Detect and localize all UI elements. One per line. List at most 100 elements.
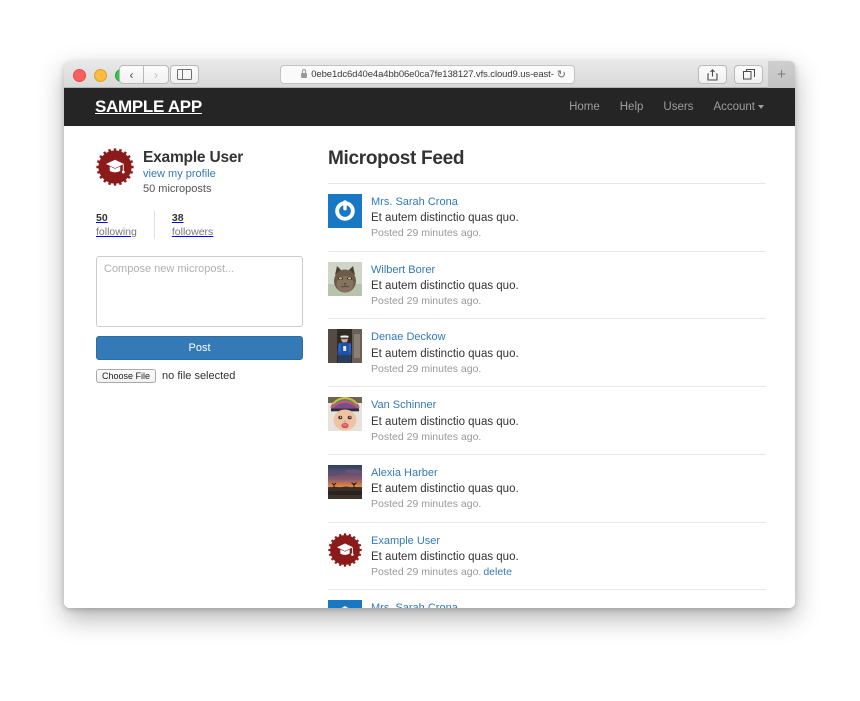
delete-micropost-link[interactable]: delete [483,566,512,578]
browser-window: ‹ › 0ebe1dc6d40e4a4bb06e0ca7fe138127.vfs… [64,61,795,608]
micropost-timestamp-row: Posted 29 minutes ago. [371,294,519,309]
reload-icon[interactable]: ↻ [557,68,566,81]
micropost-author-link[interactable]: Alexia Harber [371,466,519,481]
app-navbar: SAMPLE APP Home Help Users Account [64,88,795,126]
followers-label: followers [171,225,214,238]
user-stats: 50 following 38 followers [96,210,307,240]
sidebar-panel-icon [177,69,192,80]
share-button[interactable] [698,65,727,84]
micropost-timestamp: Posted 29 minutes ago. [371,227,482,240]
micropost-timestamp: Posted 29 minutes ago. [371,362,482,375]
micropost-item: Mrs. Sarah Crona Et autem distinctio qua… [328,184,766,252]
micropost-item: Van Schinner Et autem distinctio quas qu… [328,387,766,455]
micropost-author-link[interactable]: Denae Deckow [371,330,519,345]
url-text: 0ebe1dc6d40e4a4bb06e0ca7fe138127.vfs.clo… [311,69,554,80]
nav-links: Home Help Users Account [569,101,795,113]
view-profile-link[interactable]: view my profile [143,167,243,182]
file-status-text: no file selected [162,370,236,383]
cat-photo-avatar-icon [328,261,362,296]
minimize-window-button[interactable] [94,69,107,82]
following-count: 50 [96,211,108,224]
avatar[interactable] [328,397,362,432]
stat-followers[interactable]: 38 followers [172,211,230,240]
micropost-author-link[interactable]: Mrs. Sarah Crona [371,601,528,608]
micropost-body: Wilbert Borer Et autem distinctio quas q… [371,262,519,310]
micropost-count: 50 microposts [143,182,212,195]
navigation-buttons: ‹ › [119,65,169,84]
micropost-timestamp: Posted 29 minutes ago. [371,295,482,308]
gravatar-blue-icon [328,194,362,228]
micropost-timestamp: Posted 29 minutes ago. [371,566,482,578]
gravatar-blue-icon [328,600,362,608]
share-icon [707,68,718,81]
micropost-body: Denae Deckow Et autem distinctio quas qu… [371,329,519,377]
rails-badge-avatar-icon [96,148,134,186]
rails-badge-avatar-icon [328,532,362,567]
micropost-content: Et autem distinctio quas quo. [371,212,519,225]
micropost-feed: Mrs. Sarah Crona Et autem distinctio qua… [328,183,766,608]
micropost-content: Et autem distinctio quas quo. [371,550,519,563]
gravatar-g-icon [335,200,355,221]
post-button[interactable]: Post [96,336,303,361]
person-photo-avatar-icon [328,329,362,364]
avatar[interactable] [328,194,362,228]
main-content: Micropost Feed Mrs. Sarah Crona Et autem… [307,148,766,608]
nav-item-home[interactable]: Home [569,101,600,113]
micropost-timestamp-row: Posted 29 minutes ago. [371,226,519,241]
gravatar-g-icon [341,606,349,608]
micropost-timestamp-row: Posted 29 minutes ago. [371,362,519,377]
stat-following[interactable]: 50 following [96,210,155,240]
user-info: Example User view my profile 50 micropos… [96,148,307,197]
close-window-button[interactable] [73,69,86,82]
micropost-body: Van Schinner Et autem distinctio quas qu… [371,397,519,445]
micropost-item: Alexia Harber Et autem distinctio quas q… [328,455,766,523]
sidebar-toggle-button[interactable] [170,65,199,84]
choose-file-button[interactable]: Choose File [96,369,157,384]
tabs-overview-icon [742,69,755,80]
image-upload-row[interactable]: Choose File no file selected [96,369,307,384]
following-label: following [96,225,137,238]
micropost-item: Denae Deckow Et autem distinctio quas qu… [328,319,766,388]
micropost-content: Et autem distinctio quas quo. [371,415,519,428]
chevron-down-icon [758,104,764,109]
micropost-item: Mrs. Sarah Crona Optio at sint culpa acc… [328,590,766,608]
user-name: Example User [143,149,244,166]
avatar[interactable] [328,261,362,296]
avatar[interactable] [328,329,362,364]
back-button[interactable]: ‹ [119,65,144,84]
micropost-author-link[interactable]: Wilbert Borer [371,263,519,278]
show-tabs-button[interactable] [734,65,763,84]
address-bar[interactable]: 0ebe1dc6d40e4a4bb06e0ca7fe138127.vfs.clo… [280,65,575,84]
sunset-photo-avatar-icon [328,464,362,499]
browser-titlebar: ‹ › 0ebe1dc6d40e4a4bb06e0ca7fe138127.vfs… [64,61,795,88]
followers-count: 38 [171,211,184,224]
micropost-timestamp-row: Posted 29 minutes ago. [371,497,519,512]
nav-item-help[interactable]: Help [620,101,644,113]
micropost-timestamp: Posted 29 minutes ago. [371,430,482,443]
micropost-content: Et autem distinctio quas quo. [371,483,519,496]
sidebar: Example User view my profile 50 micropos… [96,148,307,608]
micropost-content: Et autem distinctio quas quo. [371,280,519,293]
micropost-author-link[interactable]: Example User [371,534,519,549]
micropost-timestamp: Posted 29 minutes ago. [371,498,482,511]
toolbar-right-buttons [698,65,763,84]
micropost-author-link[interactable]: Van Schinner [371,398,519,413]
avatar[interactable] [96,148,134,186]
new-tab-button[interactable]: + [768,61,795,88]
chevron-left-icon: ‹ [129,67,134,82]
nav-item-account[interactable]: Account [713,101,764,113]
micropost-author-link[interactable]: Mrs. Sarah Crona [371,195,519,210]
nav-item-users[interactable]: Users [663,101,693,113]
micropost-timestamp-row: Posted 29 minutes ago. [371,430,519,445]
micropost-content: Et autem distinctio quas quo. [371,347,519,360]
micropost-item: Wilbert Borer Et autem distinctio quas q… [328,252,766,320]
compose-micropost-input[interactable] [96,256,303,328]
forward-button[interactable]: › [144,65,169,84]
avatar[interactable] [328,464,362,499]
micropost-timestamp-row: Posted 29 minutes ago. delete [371,565,519,580]
brand-logo[interactable]: SAMPLE APP [95,97,202,117]
page-viewport: SAMPLE APP Home Help Users Account Examp… [64,88,795,608]
micropost-body: Alexia Harber Et autem distinctio quas q… [371,465,519,513]
avatar[interactable] [328,532,362,567]
avatar[interactable] [328,600,362,608]
